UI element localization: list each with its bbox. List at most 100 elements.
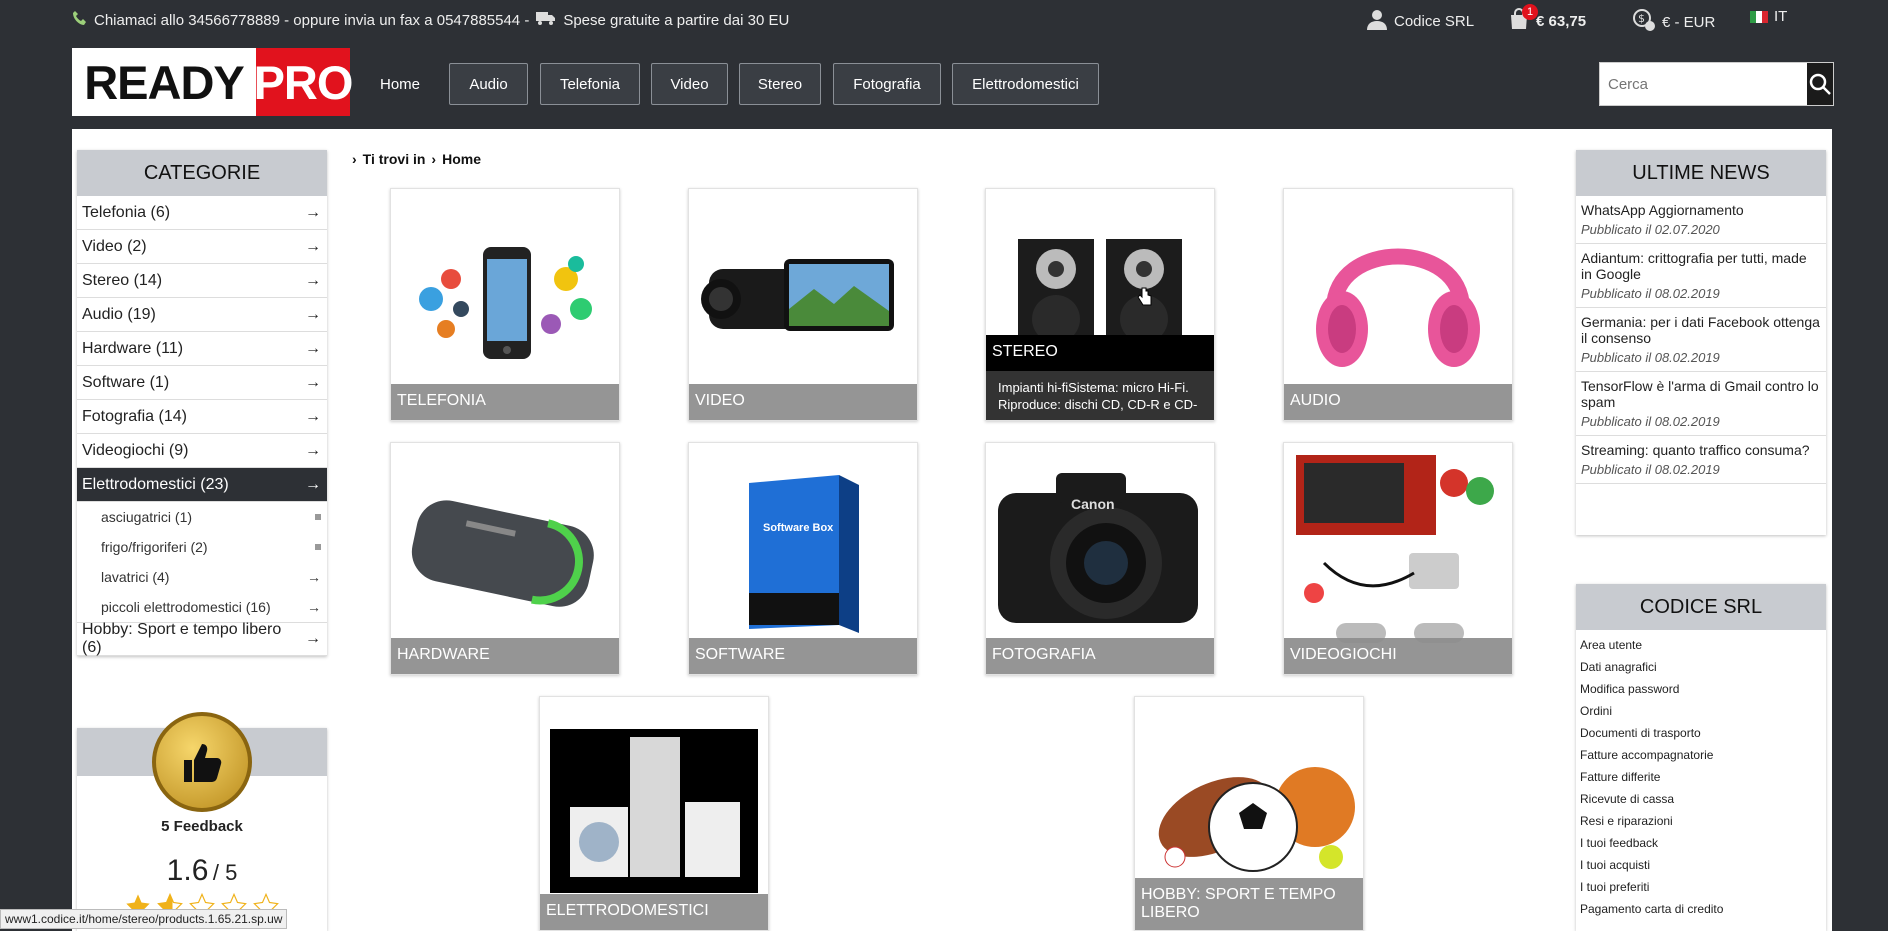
breadcrumb-current[interactable]: Home: [442, 151, 481, 167]
category-label: Hobby: Sport e tempo libero (6): [82, 621, 282, 656]
tile-description: Impianti hi-fiSistema: micro Hi-Fi. Ripr…: [986, 371, 1214, 420]
status-bar-url: www1.codice.it/home/stereo/products.1.65…: [0, 909, 288, 929]
subcategory-item[interactable]: piccoli elettrodomestici (16) →: [77, 592, 327, 622]
category-item[interactable]: Software (1) →: [77, 366, 327, 400]
score-value: 1.6: [166, 854, 209, 887]
subcategory-item[interactable]: lavatrici (4) →: [77, 562, 327, 592]
logo-ready: READY: [84, 55, 245, 109]
arrow-right-icon: →: [305, 630, 321, 647]
news-title-link: Germania: per i dati Facebook ottenga il…: [1581, 314, 1820, 346]
feedback-panel: 5 Feedback 1.6 / 5: [77, 712, 327, 931]
nav-elettrodomestici[interactable]: Elettrodomestici: [952, 63, 1099, 105]
arrow-right-icon: →: [305, 271, 321, 289]
search-input[interactable]: [1600, 63, 1807, 105]
news-item[interactable]: WhatsApp Aggiornamento Pubblicato il 02.0…: [1576, 196, 1826, 244]
category-item[interactable]: Videogiochi (9) →: [77, 434, 327, 468]
square-bullet-icon: [315, 544, 321, 550]
account-link-ricevute-cassa[interactable]: Ricevute di cassa: [1576, 788, 1826, 810]
arrow-right-icon: →: [305, 237, 321, 255]
account-link-ordini[interactable]: Ordini: [1576, 700, 1826, 722]
feedback-score: 1.6 / 5: [77, 854, 327, 888]
category-tile-fotografia[interactable]: Canon FOTOGRAFIA: [985, 442, 1215, 675]
italy-flag-icon: [1750, 10, 1768, 23]
cart-link[interactable]: € 63,75: [1508, 8, 1586, 34]
news-title-link: WhatsApp Aggiornamento: [1581, 202, 1744, 218]
category-tile-videogiochi[interactable]: VIDEOGIOCHI: [1283, 442, 1513, 675]
news-item[interactable]: TensorFlow è l'arma di Gmail contro lo s…: [1576, 372, 1826, 436]
search-box: [1599, 62, 1834, 106]
category-label: Stereo (14): [82, 271, 163, 289]
account-link-fatture-accompagnatorie[interactable]: Fatture accompagnatorie: [1576, 744, 1826, 766]
sports-balls-image: [1135, 697, 1363, 897]
account-link-feedback[interactable]: I tuoi feedback: [1576, 832, 1826, 854]
phone-icon: [72, 10, 88, 30]
nav-telefonia[interactable]: Telefonia: [540, 63, 640, 105]
language-selector[interactable]: IT: [1750, 8, 1787, 25]
category-label: Audio (19): [82, 305, 156, 323]
account-link[interactable]: Codice SRL: [1366, 8, 1474, 34]
subcategory-item[interactable]: asciugatrici (1): [77, 502, 327, 532]
breadcrumb: › Ti trovi in › Home: [352, 151, 481, 167]
shipping-text: Spese gratuite a partire dai 30 EU: [563, 11, 790, 29]
category-item[interactable]: Fotografia (14) →: [77, 400, 327, 434]
nav-home[interactable]: Home: [372, 63, 428, 105]
contact-text: Chiamaci allo 34566778889 - oppure invia…: [94, 11, 530, 29]
category-tile-video[interactable]: VIDEO: [688, 188, 918, 421]
nav-video[interactable]: Video: [651, 63, 728, 105]
category-label: Software (1): [82, 373, 170, 391]
category-item[interactable]: Hobby: Sport e tempo libero (6) →: [77, 621, 327, 656]
score-max: / 5: [212, 860, 238, 885]
chevron-right-icon: ›: [431, 151, 437, 167]
category-item[interactable]: Video (2) →: [77, 230, 327, 264]
category-label: Hardware (11): [82, 339, 184, 357]
subcategory-item[interactable]: frigo/frigoriferi (2): [77, 532, 327, 562]
search-icon: [1809, 73, 1831, 95]
news-item[interactable]: Germania: per i dati Facebook ottenga il…: [1576, 308, 1826, 372]
site-logo[interactable]: READY PRO: [72, 48, 353, 116]
nav-fotografia[interactable]: Fotografia: [833, 63, 941, 105]
categories-title: CATEGORIE: [77, 150, 327, 196]
account-link-dati-anagrafici[interactable]: Dati anagrafici: [1576, 656, 1826, 678]
tile-label: AUDIO: [1284, 384, 1512, 420]
news-item[interactable]: Streaming: quanto traffico consuma? Pubbl…: [1576, 436, 1826, 484]
account-link-documenti-trasporto[interactable]: Documenti di trasporto: [1576, 722, 1826, 744]
category-label: Fotografia (14): [82, 407, 187, 425]
category-tile-telefonia[interactable]: TELEFONIA: [390, 188, 620, 421]
account-link-resi-riparazioni[interactable]: Resi e riparazioni: [1576, 810, 1826, 832]
category-item[interactable]: Hardware (11) →: [77, 332, 327, 366]
account-link-fatture-differite[interactable]: Fatture differite: [1576, 766, 1826, 788]
nav-stereo[interactable]: Stereo: [739, 63, 821, 105]
account-link-area-utente[interactable]: Area utente: [1576, 634, 1826, 656]
account-link-preferiti[interactable]: I tuoi preferiti: [1576, 876, 1826, 898]
category-tile-elettrodomestici[interactable]: ELETTRODOMESTICI: [539, 696, 769, 931]
category-item[interactable]: Audio (19) →: [77, 298, 327, 332]
main-content: [72, 129, 1832, 931]
category-tile-hobby[interactable]: HOBBY: SPORT E TEMPO LIBERO: [1134, 696, 1364, 931]
category-item[interactable]: Stereo (14) →: [77, 264, 327, 298]
news-title-link: Adiantum: crittografia per tutti, made i…: [1581, 250, 1807, 282]
news-item[interactable]: Adiantum: crittografia per tutti, made i…: [1576, 244, 1826, 308]
category-item-active[interactable]: Elettrodomestici (23) →: [77, 468, 327, 502]
currency-label: € - EUR: [1662, 13, 1716, 31]
category-tile-stereo[interactable]: STEREO Impianti hi-fiSistema: micro Hi-F…: [985, 188, 1215, 421]
top-bar: Chiamaci allo 34566778889 - oppure invia…: [0, 0, 1888, 40]
category-tile-audio[interactable]: AUDIO: [1283, 188, 1513, 421]
software-box-text: Software Box: [763, 522, 834, 534]
currency-selector[interactable]: $ € - EUR: [1632, 8, 1715, 36]
account-link-pagamento[interactable]: Pagamento carta di credito: [1576, 898, 1826, 920]
category-tile-software[interactable]: Software Box SOFTWARE: [688, 442, 918, 675]
cart-count-badge: 1: [1522, 4, 1538, 20]
account-link-modifica-password[interactable]: Modifica password: [1576, 678, 1826, 700]
account-link-acquisti[interactable]: I tuoi acquisti: [1576, 854, 1826, 876]
category-item[interactable]: Telefonia (6) →: [77, 196, 327, 230]
tile-label: SOFTWARE: [689, 638, 917, 674]
category-tile-hardware[interactable]: HARDWARE: [390, 442, 620, 675]
retro-console-image: [1284, 443, 1512, 643]
news-title-link: TensorFlow è l'arma di Gmail contro lo s…: [1581, 378, 1819, 410]
currency-icon: $: [1632, 8, 1656, 36]
arrow-right-icon: →: [305, 441, 321, 459]
news-title: ULTIME NEWS: [1576, 150, 1826, 196]
nav-audio[interactable]: Audio: [449, 63, 528, 105]
search-button[interactable]: [1807, 63, 1833, 105]
breadcrumb-prefix: Ti trovi in: [362, 151, 426, 167]
